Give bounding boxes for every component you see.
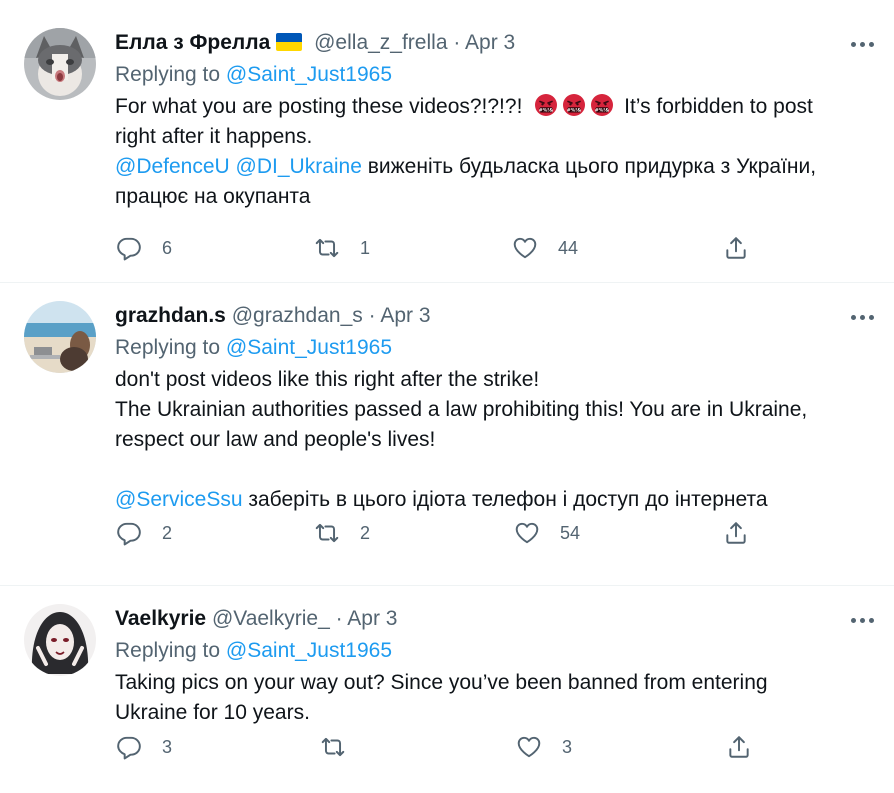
tweet-text-line: Ukraine for 10 years. — [115, 701, 310, 724]
reply-button[interactable]: 6 — [116, 235, 172, 261]
replying-to-mention[interactable]: @Saint_Just1965 — [226, 63, 392, 86]
tweet-text-line: right after it happens. — [115, 125, 313, 148]
tweet[interactable]: Vaelkyrie @Vaelkyrie_ · Apr 3 Replying t… — [0, 586, 894, 793]
tweet-text-line: For what you are posting these videos?!?… — [115, 95, 523, 118]
more-options-button[interactable] — [842, 305, 874, 329]
tweet-text: don't post videos like this right after … — [115, 365, 874, 515]
replying-to-prefix: Replying to — [115, 336, 221, 359]
separator: · — [453, 31, 461, 54]
retweet-count: 2 — [360, 522, 371, 543]
reply-icon — [116, 235, 142, 261]
face-with-symbols-on-mouth-icon — [590, 93, 614, 117]
avatar[interactable] — [24, 28, 96, 100]
face-with-symbols-on-mouth-icon — [534, 93, 558, 117]
tweet-text: Taking pics on your way out? Since you’v… — [115, 668, 874, 728]
display-name[interactable]: grazhdan.s — [115, 304, 226, 327]
like-icon — [516, 734, 542, 760]
more-icon — [851, 41, 856, 47]
more-options-button[interactable] — [842, 32, 874, 56]
separator: · — [368, 304, 376, 327]
replying-to-mention[interactable]: @Saint_Just1965 — [226, 336, 392, 359]
more-icon — [851, 314, 856, 320]
username[interactable]: @Vaelkyrie_ — [212, 607, 330, 630]
retweet-icon — [314, 520, 340, 546]
more-icon — [851, 617, 856, 623]
replying-to: Replying to @Saint_Just1965 — [115, 60, 874, 90]
ukraine-flag-icon — [276, 33, 303, 51]
tweet[interactable]: Елла з Фрелла @ella_z_frella · Apr 3 Rep… — [0, 0, 894, 283]
timestamp[interactable]: Apr 3 — [465, 31, 515, 54]
retweet-button[interactable] — [320, 734, 366, 760]
username[interactable]: @ella_z_frella — [314, 31, 447, 54]
illustrated-avatar-icon — [24, 604, 96, 676]
tweet-text-line: працює на окупанта — [115, 185, 311, 208]
retweet-count: 1 — [360, 237, 371, 258]
tweet-text-line: The Ukrainian authorities passed a law p… — [115, 398, 808, 421]
retweet-icon — [314, 235, 340, 261]
display-name[interactable]: Елла з Фрелла — [115, 31, 270, 54]
reply-icon — [116, 520, 142, 546]
tweet-text-line: respect our law and people's lives! — [115, 428, 436, 451]
beach-photo-avatar-icon — [24, 301, 96, 373]
display-name[interactable]: Vaelkyrie — [115, 607, 206, 630]
avatar[interactable] — [24, 604, 96, 676]
share-button[interactable] — [723, 235, 749, 261]
tweet-text-line: don't post videos like this right after … — [115, 368, 540, 391]
tweet-text-line: виженіть будьласка цього придурка з Укра… — [367, 155, 817, 178]
retweet-button[interactable]: 1 — [314, 235, 370, 261]
timestamp[interactable]: Apr 3 — [380, 304, 430, 327]
share-icon — [726, 734, 752, 760]
like-icon — [514, 520, 540, 546]
replying-to: Replying to @Saint_Just1965 — [115, 333, 874, 363]
reply-button[interactable]: 3 — [116, 734, 172, 760]
replying-to: Replying to @Saint_Just1965 — [115, 636, 874, 666]
replying-to-prefix: Replying to — [115, 63, 221, 86]
timestamp[interactable]: Apr 3 — [347, 607, 397, 630]
cat-avatar-icon — [24, 28, 96, 100]
tweet[interactable]: grazhdan.s @grazhdan_s · Apr 3 Replying … — [0, 283, 894, 586]
like-count: 44 — [558, 237, 579, 258]
mention-link[interactable]: @ServiceSsu — [115, 488, 243, 511]
share-button[interactable] — [726, 734, 752, 760]
reply-count: 6 — [162, 237, 173, 258]
username[interactable]: @grazhdan_s — [232, 304, 363, 327]
replying-to-mention[interactable]: @Saint_Just1965 — [226, 639, 392, 662]
separator: · — [335, 607, 343, 630]
mention-link[interactable]: @DefenceU — [115, 155, 230, 178]
more-options-button[interactable] — [842, 608, 874, 632]
replying-to-prefix: Replying to — [115, 639, 221, 662]
mention-link[interactable]: @DI_Ukraine — [236, 155, 362, 178]
tweet-text-line: It’s forbidden to post — [624, 95, 813, 118]
reply-count: 3 — [162, 736, 173, 757]
like-button[interactable]: 44 — [512, 235, 578, 261]
retweet-button[interactable]: 2 — [314, 520, 370, 546]
reply-count: 2 — [162, 522, 173, 543]
share-button[interactable] — [723, 520, 749, 546]
like-button[interactable]: 3 — [516, 734, 572, 760]
avatar[interactable] — [24, 301, 96, 373]
tweet-text: For what you are posting these videos?!?… — [115, 92, 874, 212]
share-icon — [723, 235, 749, 261]
reply-button[interactable]: 2 — [116, 520, 172, 546]
like-count: 3 — [562, 736, 573, 757]
share-icon — [723, 520, 749, 546]
face-with-symbols-on-mouth-icon — [562, 93, 586, 117]
reply-icon — [116, 734, 142, 760]
like-button[interactable]: 54 — [514, 520, 580, 546]
like-icon — [512, 235, 538, 261]
like-count: 54 — [560, 522, 581, 543]
retweet-icon — [320, 734, 346, 760]
tweet-text-line: заберіть в цього ідіота телефон і доступ… — [248, 488, 768, 511]
tweet-text-line: Taking pics on your way out? Since you’v… — [115, 671, 768, 694]
